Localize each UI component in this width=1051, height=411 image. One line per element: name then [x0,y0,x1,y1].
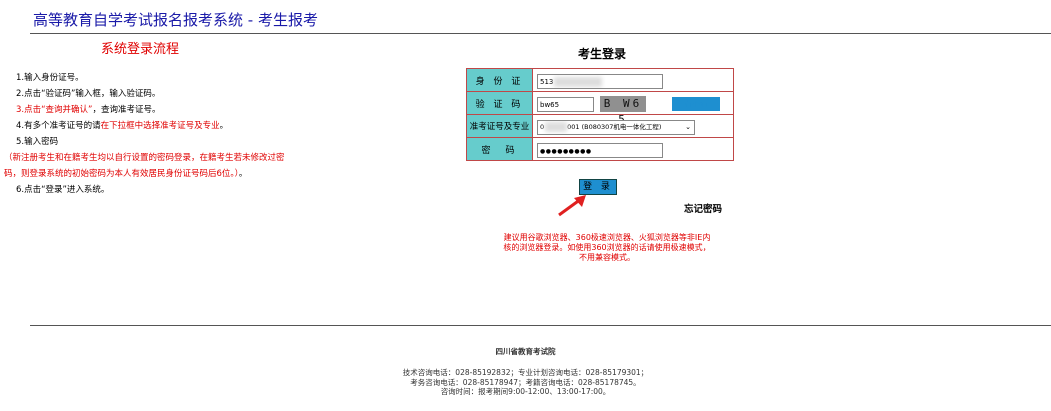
forgot-password-link[interactable]: 忘记密码 [684,201,722,215]
footer-line-1: 技术咨询电话：028-85192832；专业计划咨询电话：028-8517930… [402,368,649,377]
step-5: 5.输入密码 [0,134,290,150]
major-select-suffix: 001 (B080307机电一体化工程) [567,122,662,131]
step-5-detail: （新注册考生和在籍考生均以自行设置的密码登录，在籍考生若未修改过密码，则登录系统… [0,150,290,182]
step-5-text: 5.输入密码 [16,137,59,147]
id-input[interactable]: 513 [537,73,663,89]
step-1: 1.输入身份证号。 [16,73,84,83]
major-label: 准考证号及专业 [466,114,533,138]
footer-line-3: 咨询时间：报考期间9:00-12:00、13:00-17:00。 [440,387,611,396]
step-3-highlight: 点击“查询并确认” [24,105,93,115]
login-form: 身 份 证 513 验 证 码 bw65B W6 5看不清 准考证号及专业 00… [466,68,734,161]
step-4-highlight: 在下拉框中选择准考证号及专业 [100,121,220,131]
chevron-down-icon: ⌄ [685,122,691,131]
footer-org: 四川省教育考试院 [495,347,556,356]
step-3: 3.点击“查询并确认”，查询准考证号。 [0,102,290,118]
id-label: 身 份 证 [466,68,533,92]
redacted-mask [545,121,568,132]
step-3-text: ，查询准考证号。 [92,105,161,115]
password-input[interactable]: ●●●●●●●●● [537,142,663,158]
step-4: 4.有多个准考证号的请在下拉框中选择准考证号及专业。 [0,118,290,134]
login-title: 考生登录 [578,47,627,61]
step-5-end: 。 [238,169,248,179]
step-2: 2.点击“验证码”输入框，输入验证码。 [16,89,161,99]
page-title: 高等教育自学考试报名报考系统 - 考生报考 [33,11,318,29]
id-input-value: 513 [540,77,554,86]
step-4-end: 。 [219,121,229,131]
major-select-value: 0 [540,122,545,131]
footer-line-2: 考务咨询电话：028-85178947；考籍咨询电话：028-85178745。 [410,377,641,387]
step-4-text: 4.有多个准考证号的请 [16,121,101,131]
major-select[interactable]: 0 001 (B080307机电一体化工程) ⌄ [537,119,695,135]
header-divider [30,33,1051,34]
step-6: 6.点击“登录”进入系统。 [16,185,110,195]
password-label: 密 码 [466,137,533,161]
captcha-input[interactable]: bw65 [537,96,594,112]
browser-notice: 建议用谷歌浏览器、360极速浏览器、火狐浏览器等非IE内核的浏览器登录。如使用3… [503,233,711,262]
captcha-refresh-button[interactable]: 看不清 [672,97,720,111]
captcha-label: 验 证 码 [466,91,533,115]
flow-title: 系统登录流程 [101,42,180,57]
footer-contacts: 技术咨询电话：028-85192832；专业计划咨询电话：028-8517930… [0,368,1051,397]
captcha-image[interactable]: B W6 5 [600,96,646,126]
login-steps: 1.输入身份证号。 2.点击“验证码”输入框，输入验证码。 3.点击“查询并确认… [0,70,290,198]
redacted-mask [554,76,603,87]
step-3-number: 3. [16,105,25,115]
footer-divider [30,325,1051,326]
arrow-pointer-icon [558,195,586,217]
